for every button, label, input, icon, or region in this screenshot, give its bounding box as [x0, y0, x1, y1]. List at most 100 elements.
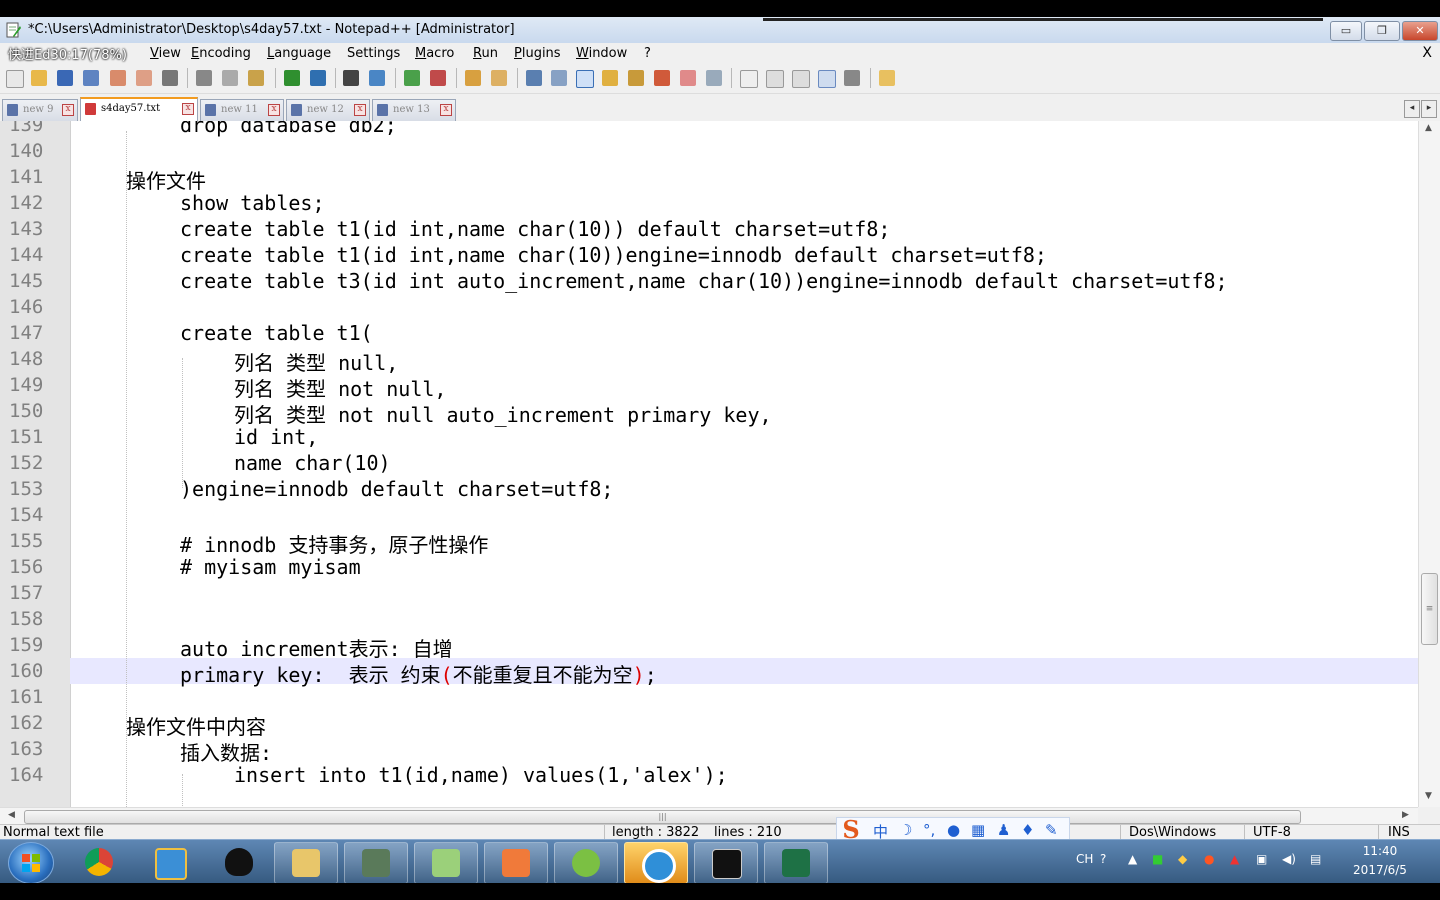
- menu-settings[interactable]: Settings: [347, 46, 400, 61]
- taskbar-cmd[interactable]: [694, 842, 758, 884]
- editor-line[interactable]: 152 name char(10): [0, 450, 1418, 476]
- editor-line[interactable]: 145 create table t3(id int auto_increment…: [0, 268, 1418, 294]
- taskbar-app[interactable]: [138, 842, 200, 882]
- doc-map-icon[interactable]: [628, 70, 644, 86]
- menu-window[interactable]: Window: [576, 46, 627, 61]
- menu-language[interactable]: Language: [267, 46, 331, 61]
- run-macro-multiple-icon[interactable]: [818, 70, 836, 88]
- restore-button[interactable]: ❐: [1364, 21, 1400, 41]
- editor-line[interactable]: 163 插入数据:: [0, 736, 1418, 765]
- taskbar-excel[interactable]: [764, 842, 828, 884]
- editor-line[interactable]: 148 列名 类型 null,: [0, 346, 1418, 375]
- save-icon[interactable]: [57, 70, 73, 86]
- network-status-icon[interactable]: ■: [1152, 852, 1163, 866]
- save-macro-icon[interactable]: [844, 70, 860, 86]
- system-clock[interactable]: 11:40 2017/6/5: [1340, 842, 1420, 880]
- code-text[interactable]: drop database db2;: [180, 121, 397, 137]
- user-icon[interactable]: ♟: [997, 821, 1010, 839]
- menu-help[interactable]: ?: [644, 46, 651, 61]
- taskbar-remote[interactable]: [344, 842, 408, 884]
- code-text[interactable]: show tables;: [180, 191, 325, 215]
- editor-line[interactable]: 157: [0, 580, 1418, 606]
- tab-new-13[interactable]: new 13 x: [372, 99, 456, 121]
- stop-record-icon[interactable]: [766, 70, 784, 88]
- close-button[interactable]: ✕: [1402, 21, 1438, 41]
- menu-plugins[interactable]: Plugins: [514, 46, 561, 61]
- adobe-icon[interactable]: ▲: [1230, 852, 1239, 866]
- editor-line[interactable]: 140: [0, 138, 1418, 164]
- code-text[interactable]: id int,: [234, 425, 318, 449]
- close-file-icon[interactable]: [110, 70, 126, 86]
- taskbar-qq[interactable]: [208, 842, 270, 882]
- keyboard-icon[interactable]: ▦: [971, 821, 985, 839]
- scroll-right-arrow-icon[interactable]: ▶: [1402, 810, 1409, 820]
- tab-close-icon[interactable]: x: [440, 104, 452, 116]
- show-hidden-icons[interactable]: ▲: [1128, 852, 1137, 866]
- editor-line[interactable]: 139 drop database db2;: [0, 121, 1418, 138]
- wrench-icon[interactable]: ✎: [1045, 821, 1058, 839]
- horizontal-scrollbar[interactable]: ◀ ||| ▶: [0, 807, 1418, 825]
- punctuation-icon[interactable]: °,: [923, 821, 935, 839]
- tab-scroll-right-button[interactable]: ▸: [1421, 100, 1437, 118]
- function-list-icon[interactable]: [654, 70, 670, 86]
- editor-line[interactable]: 149 列名 类型 not null,: [0, 372, 1418, 401]
- tab-new-9[interactable]: new 9x: [2, 99, 78, 121]
- code-text[interactable]: insert into t1(id,name) values(1,'alex')…: [234, 763, 728, 787]
- editor-line[interactable]: 154: [0, 502, 1418, 528]
- volume-icon[interactable]: ◀): [1282, 852, 1296, 866]
- editor-line[interactable]: 150 列名 类型 not null auto_increment primary…: [0, 398, 1418, 427]
- menu-macro[interactable]: Macro: [415, 46, 454, 61]
- editor-line[interactable]: 142 show tables;: [0, 190, 1418, 216]
- find-icon[interactable]: [343, 70, 359, 86]
- tab-new-11[interactable]: new 11 x: [200, 99, 284, 121]
- close-document-x[interactable]: X: [1422, 45, 1432, 61]
- code-text[interactable]: create table t1(: [180, 321, 373, 345]
- microphone-icon[interactable]: ●: [947, 821, 960, 839]
- menu-view[interactable]: View: [150, 46, 181, 61]
- folder-workspace-icon[interactable]: [680, 70, 696, 86]
- taskbar-explorer[interactable]: [274, 842, 338, 884]
- code-text[interactable]: )engine=innodb default charset=utf8;: [180, 477, 613, 501]
- indent-guide-icon[interactable]: [576, 70, 594, 88]
- sync-vertical-icon[interactable]: [465, 70, 481, 86]
- save-all-icon[interactable]: [83, 70, 99, 86]
- editor-line[interactable]: 159 auto_increment表示: 自增: [0, 632, 1418, 661]
- taskbar-player[interactable]: [554, 842, 618, 884]
- editor-line[interactable]: 155 # innodb 支持事务，原子性操作: [0, 528, 1418, 557]
- new-file-icon[interactable]: [6, 70, 24, 88]
- editor-line[interactable]: 162 操作文件中内容: [0, 710, 1418, 739]
- vertical-scrollbar[interactable]: ▲ ≡ ▼: [1418, 121, 1440, 807]
- taskbar-notepadpp[interactable]: [414, 842, 478, 884]
- taskbar-chrome[interactable]: [68, 842, 130, 882]
- playback-icon[interactable]: [792, 70, 810, 88]
- moon-icon[interactable]: ☽: [899, 821, 912, 839]
- tab-close-icon[interactable]: x: [354, 104, 366, 116]
- vertical-scroll-thumb[interactable]: ≡: [1421, 573, 1438, 645]
- speaker-app-icon[interactable]: ◆: [1178, 852, 1187, 866]
- record-macro-icon[interactable]: [740, 70, 758, 88]
- code-text[interactable]: create table t3(id int auto_increment,na…: [180, 269, 1228, 293]
- text-editor[interactable]: 139 drop database db2; 140 141 操作文件 142 show t…: [0, 121, 1418, 807]
- current-line[interactable]: 160 primary key: 表示 约束(不能重复且不能为空);: [9, 658, 1418, 687]
- copy-icon[interactable]: [222, 70, 238, 86]
- editor-line[interactable]: 144 create table t1(id int,name char(10))…: [0, 242, 1418, 268]
- tab-new-12[interactable]: new 12 x: [286, 99, 370, 121]
- code-text[interactable]: name char(10): [234, 451, 391, 475]
- scroll-left-arrow-icon[interactable]: ◀: [8, 810, 15, 820]
- tab-close-icon[interactable]: x: [62, 104, 74, 116]
- taskbar-recorder[interactable]: [624, 842, 688, 884]
- show-all-chars-icon[interactable]: [551, 70, 567, 86]
- redo-icon[interactable]: [310, 70, 326, 86]
- skin-shirt-icon[interactable]: ♦: [1021, 821, 1034, 839]
- tab-s4day57[interactable]: s4day57.txt x: [80, 97, 198, 123]
- undo-icon[interactable]: [284, 70, 300, 86]
- device-icon[interactable]: ▣: [1256, 852, 1267, 866]
- zoom-out-icon[interactable]: [430, 70, 446, 86]
- print-icon[interactable]: [162, 70, 178, 86]
- editor-line[interactable]: 153)engine=innodb default charset=utf8;: [0, 476, 1418, 502]
- code-text[interactable]: create table t1(id int,name char(10)) de…: [180, 217, 890, 241]
- help-icon[interactable]: ?: [1100, 852, 1106, 866]
- menu-run[interactable]: Run: [473, 46, 498, 61]
- code-text[interactable]: create table t1(id int,name char(10))eng…: [180, 243, 1047, 267]
- editor-line[interactable]: 141 操作文件: [0, 164, 1418, 193]
